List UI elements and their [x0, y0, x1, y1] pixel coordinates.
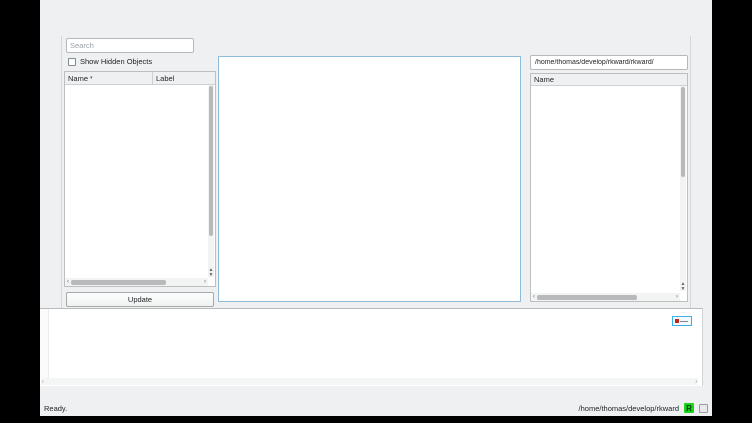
document-tabbar: [218, 36, 525, 56]
tree-header: Name▾ Label: [65, 72, 215, 85]
bottom-toolview-bar: [40, 386, 712, 400]
files-vscrollbar[interactable]: ▲▼: [680, 86, 686, 291]
column-label-header[interactable]: Label: [153, 74, 215, 83]
workspace-vscrollbar[interactable]: ▲▼: [208, 85, 214, 277]
files-hscrollbar[interactable]: ‹›: [531, 293, 680, 301]
status-message: Ready.: [44, 404, 67, 413]
r-engine-status-badge: R: [684, 403, 694, 413]
path-text: /home/thomas/develop/rkward/rkward/: [535, 59, 681, 66]
main-toolbar: [40, 13, 712, 36]
status-grip[interactable]: [699, 404, 708, 413]
tree-configure-button[interactable]: [201, 39, 215, 52]
r-console-view[interactable]: ⋯ ‹ ›: [40, 308, 703, 386]
data-editor-panel: [218, 36, 525, 308]
update-button[interactable]: Update: [66, 292, 214, 307]
right-dock-strip: [690, 36, 712, 308]
object-browser-tree: Name▾ Label ▲▼ ‹›: [64, 71, 216, 287]
file-column-header[interactable]: Name: [531, 74, 687, 86]
left-dock-strip: [40, 36, 62, 308]
show-hidden-label: Show Hidden Objects: [80, 57, 152, 66]
console-margin: [40, 309, 49, 378]
console-floating-toolbar[interactable]: [672, 316, 692, 326]
interrupt-icon: [675, 319, 679, 323]
sort-indicator-icon: ▾: [90, 75, 93, 81]
show-hidden-checkbox[interactable]: [68, 58, 76, 66]
console-toolbar-handle[interactable]: ⋯: [681, 311, 686, 315]
column-name-header[interactable]: Name: [68, 74, 88, 83]
workspace-panel: Show Hidden Objects Name▾ Label ▲▼ ‹› Up…: [62, 36, 218, 308]
console-hscrollbar[interactable]: ‹ ›: [41, 378, 698, 385]
spreadsheet: [218, 56, 521, 302]
path-combobox[interactable]: /home/thomas/develop/rkward/rkward/: [530, 55, 688, 70]
rkward-window: Show Hidden Objects Name▾ Label ▲▼ ‹› Up…: [40, 0, 712, 416]
toolbar-lines-icon: [680, 321, 688, 322]
menubar: [40, 0, 712, 13]
file-tree: Name ▲▼ ‹›: [530, 73, 688, 302]
search-input[interactable]: [66, 38, 194, 53]
status-working-directory: /home/thomas/develop/rkward: [579, 404, 679, 413]
statusbar: Ready. /home/thomas/develop/rkward R: [40, 400, 712, 416]
file-browser-panel: /home/thomas/develop/rkward/rkward/ Name…: [528, 36, 690, 308]
workspace-hscrollbar[interactable]: ‹›: [65, 278, 208, 286]
